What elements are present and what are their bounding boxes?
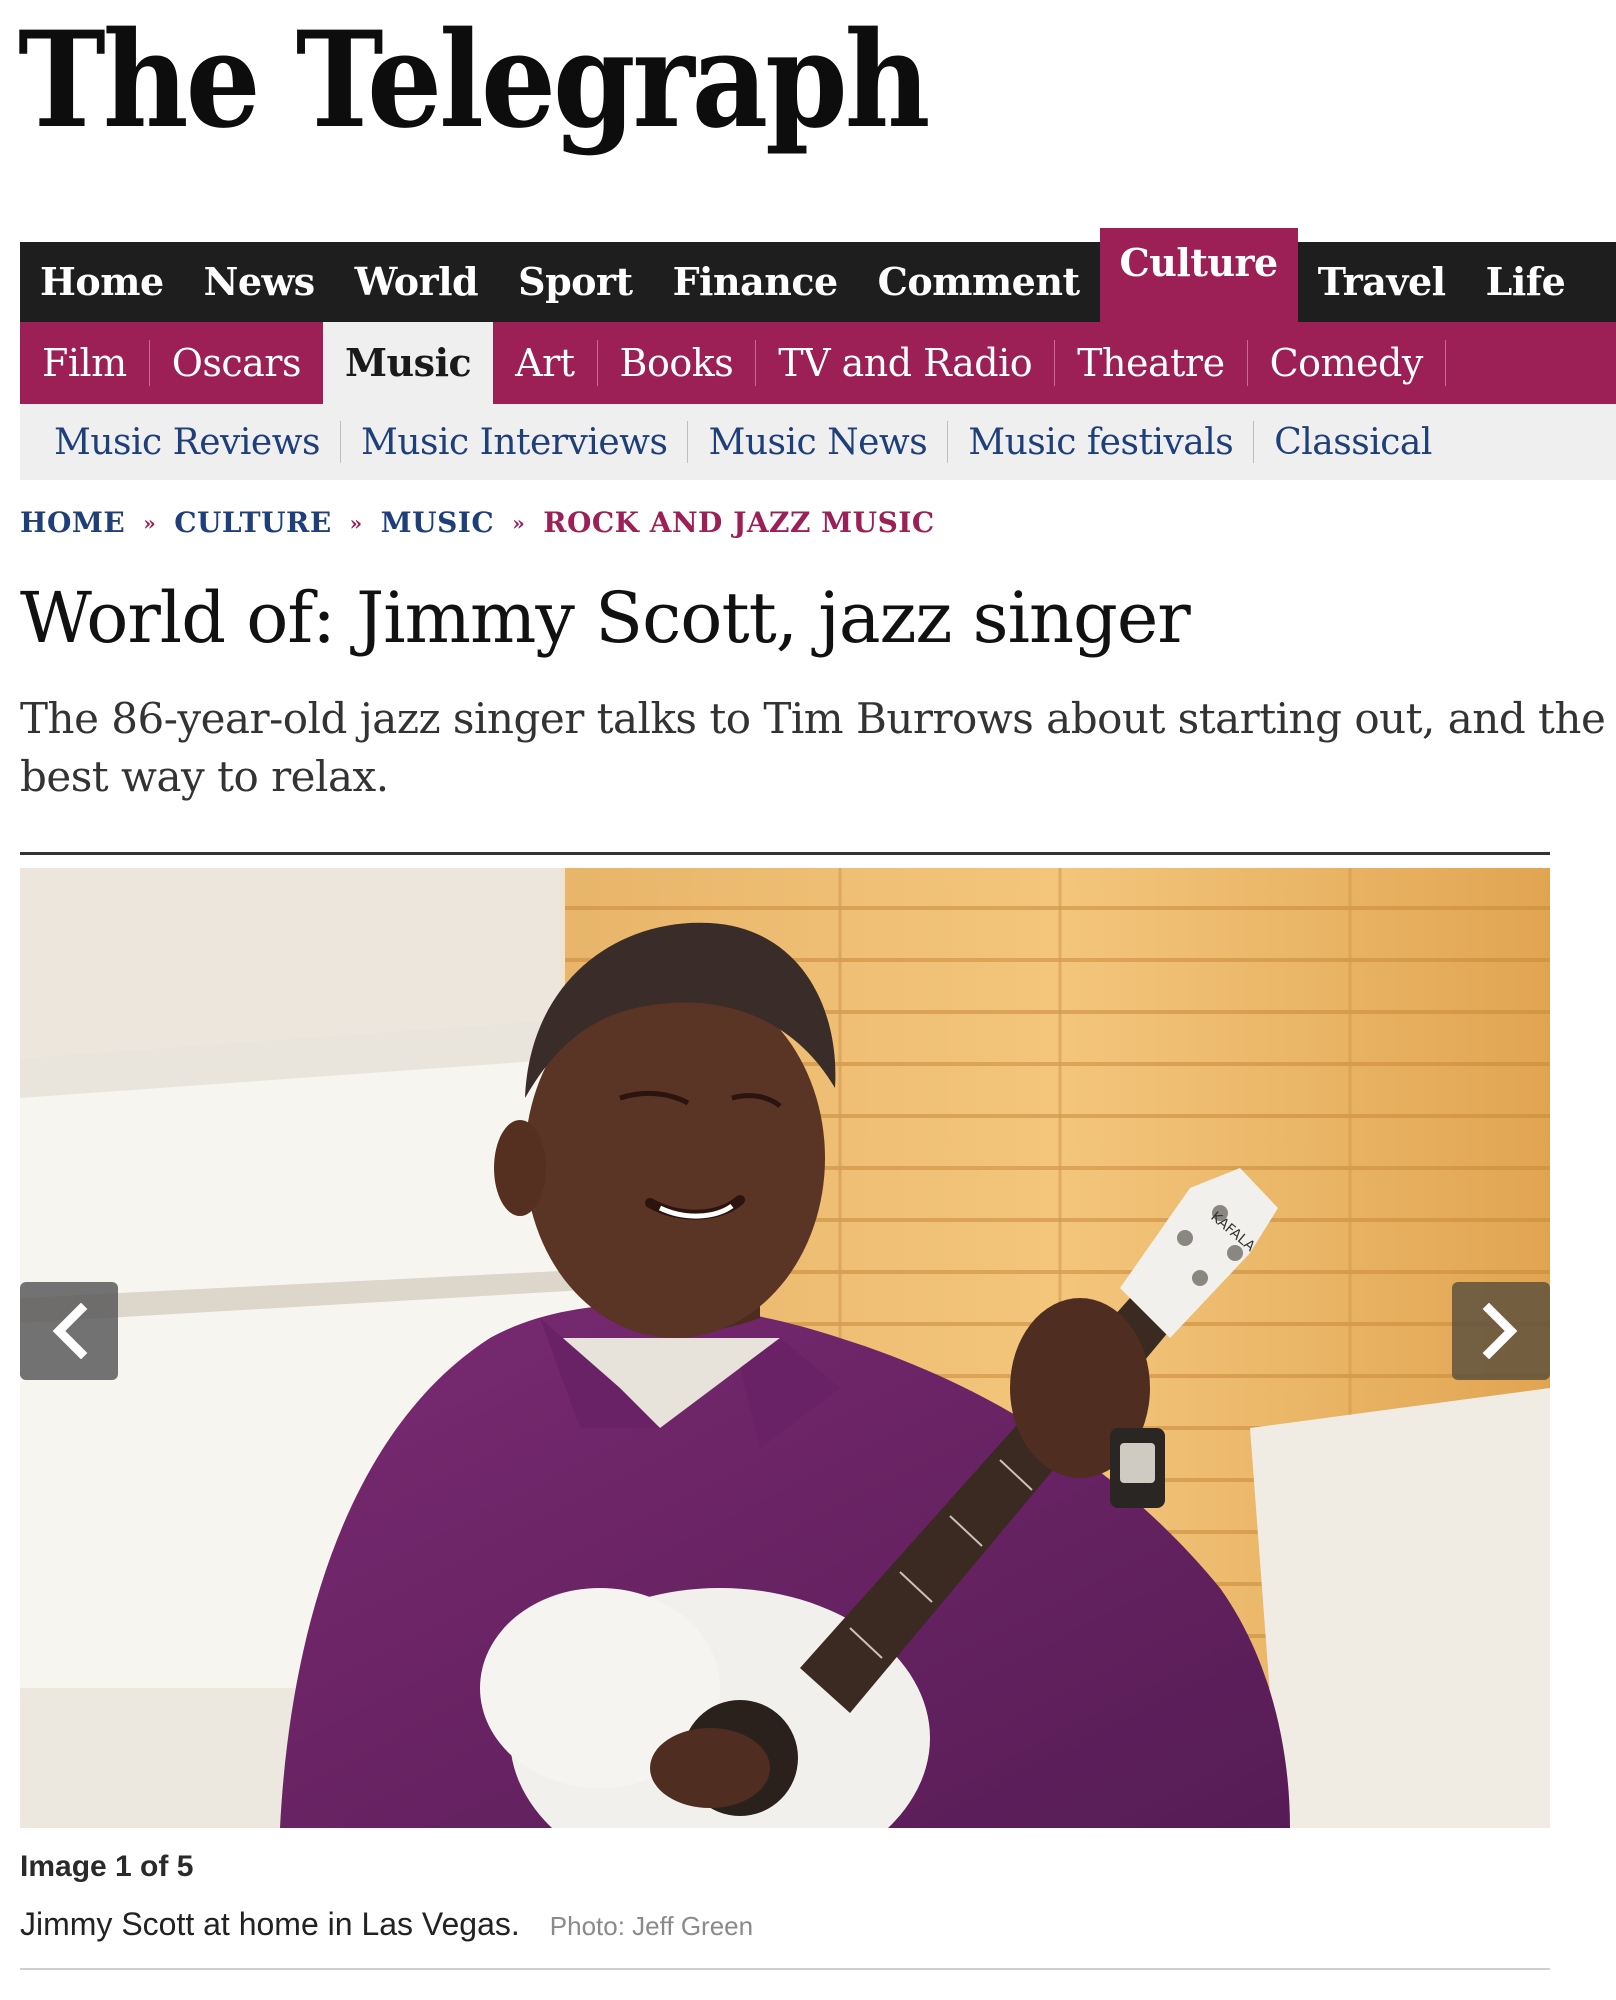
gallery-bottom-rule [20, 1968, 1550, 1970]
breadcrumb-separator: » [349, 510, 363, 535]
subnav-film[interactable]: Film [20, 322, 149, 404]
nav-divider [1444, 340, 1446, 386]
breadcrumb-rock-and-jazz[interactable]: ROCK AND JAZZ MUSIC [543, 506, 935, 539]
music-interviews-link[interactable]: Music Interviews [341, 422, 687, 463]
primary-nav: Home News World Sport Finance Comment Cu… [20, 228, 1616, 322]
breadcrumb: HOME » CULTURE » MUSIC » ROCK AND JAZZ M… [20, 506, 935, 539]
nav-life[interactable]: Life [1466, 242, 1586, 322]
breadcrumb-culture[interactable]: CULTURE [174, 506, 331, 539]
photo-credit: Photo: Jeff Green [549, 1911, 754, 1941]
breadcrumb-music[interactable]: MUSIC [381, 506, 495, 539]
secondary-nav: Film Oscars Music Art Books TV and Radio… [20, 322, 1616, 404]
classical-link[interactable]: Classical [1254, 422, 1452, 463]
nav-culture[interactable]: Culture [1099, 228, 1298, 322]
subnav-books[interactable]: Books [598, 322, 756, 404]
nav-world[interactable]: World [335, 242, 498, 322]
gallery-next-button[interactable] [1452, 1282, 1550, 1380]
masthead-logo[interactable]: The Telegraph [18, 13, 930, 146]
subnav-tv-and-radio[interactable]: TV and Radio [756, 322, 1054, 404]
gallery-prev-button[interactable] [20, 1282, 118, 1380]
nav-comment[interactable]: Comment [858, 242, 1100, 322]
chevron-right-icon [1482, 1303, 1518, 1359]
subnav-comedy[interactable]: Comedy [1248, 322, 1445, 404]
gallery-photo: KAFALA [20, 868, 1550, 1828]
breadcrumb-separator: » [512, 510, 526, 535]
breadcrumb-home[interactable]: HOME [20, 506, 125, 539]
music-reviews-link[interactable]: Music Reviews [34, 422, 340, 463]
subnav-oscars[interactable]: Oscars [150, 322, 323, 404]
nav-sport[interactable]: Sport [498, 242, 652, 322]
photo-caption: Jimmy Scott at home in Las Vegas. Photo:… [20, 1906, 753, 1943]
article-headline: World of: Jimmy Scott, jazz singer [20, 577, 1191, 659]
article-standfirst: The 86-year-old jazz singer talks to Tim… [20, 694, 1606, 801]
nav-news[interactable]: News [184, 242, 335, 322]
music-festivals-link[interactable]: Music festivals [948, 422, 1253, 463]
nav-finance[interactable]: Finance [653, 242, 858, 322]
subnav-art[interactable]: Art [493, 322, 596, 404]
nav-home[interactable]: Home [20, 242, 184, 322]
subnav-music[interactable]: Music [322, 322, 494, 404]
chevron-left-icon [52, 1303, 88, 1359]
tertiary-nav: Music Reviews Music Interviews Music New… [20, 404, 1616, 480]
nav-travel[interactable]: Travel [1298, 242, 1466, 322]
right-hand [650, 1728, 770, 1808]
music-news-link[interactable]: Music News [688, 422, 947, 463]
photo-illustration: KAFALA [20, 868, 1550, 1828]
breadcrumb-separator: » [143, 510, 157, 535]
caption-text: Jimmy Scott at home in Las Vegas. [20, 1906, 520, 1942]
gallery-counter: Image 1 of 5 [20, 1850, 194, 1883]
subnav-theatre[interactable]: Theatre [1055, 322, 1246, 404]
gallery-top-rule [20, 852, 1550, 855]
